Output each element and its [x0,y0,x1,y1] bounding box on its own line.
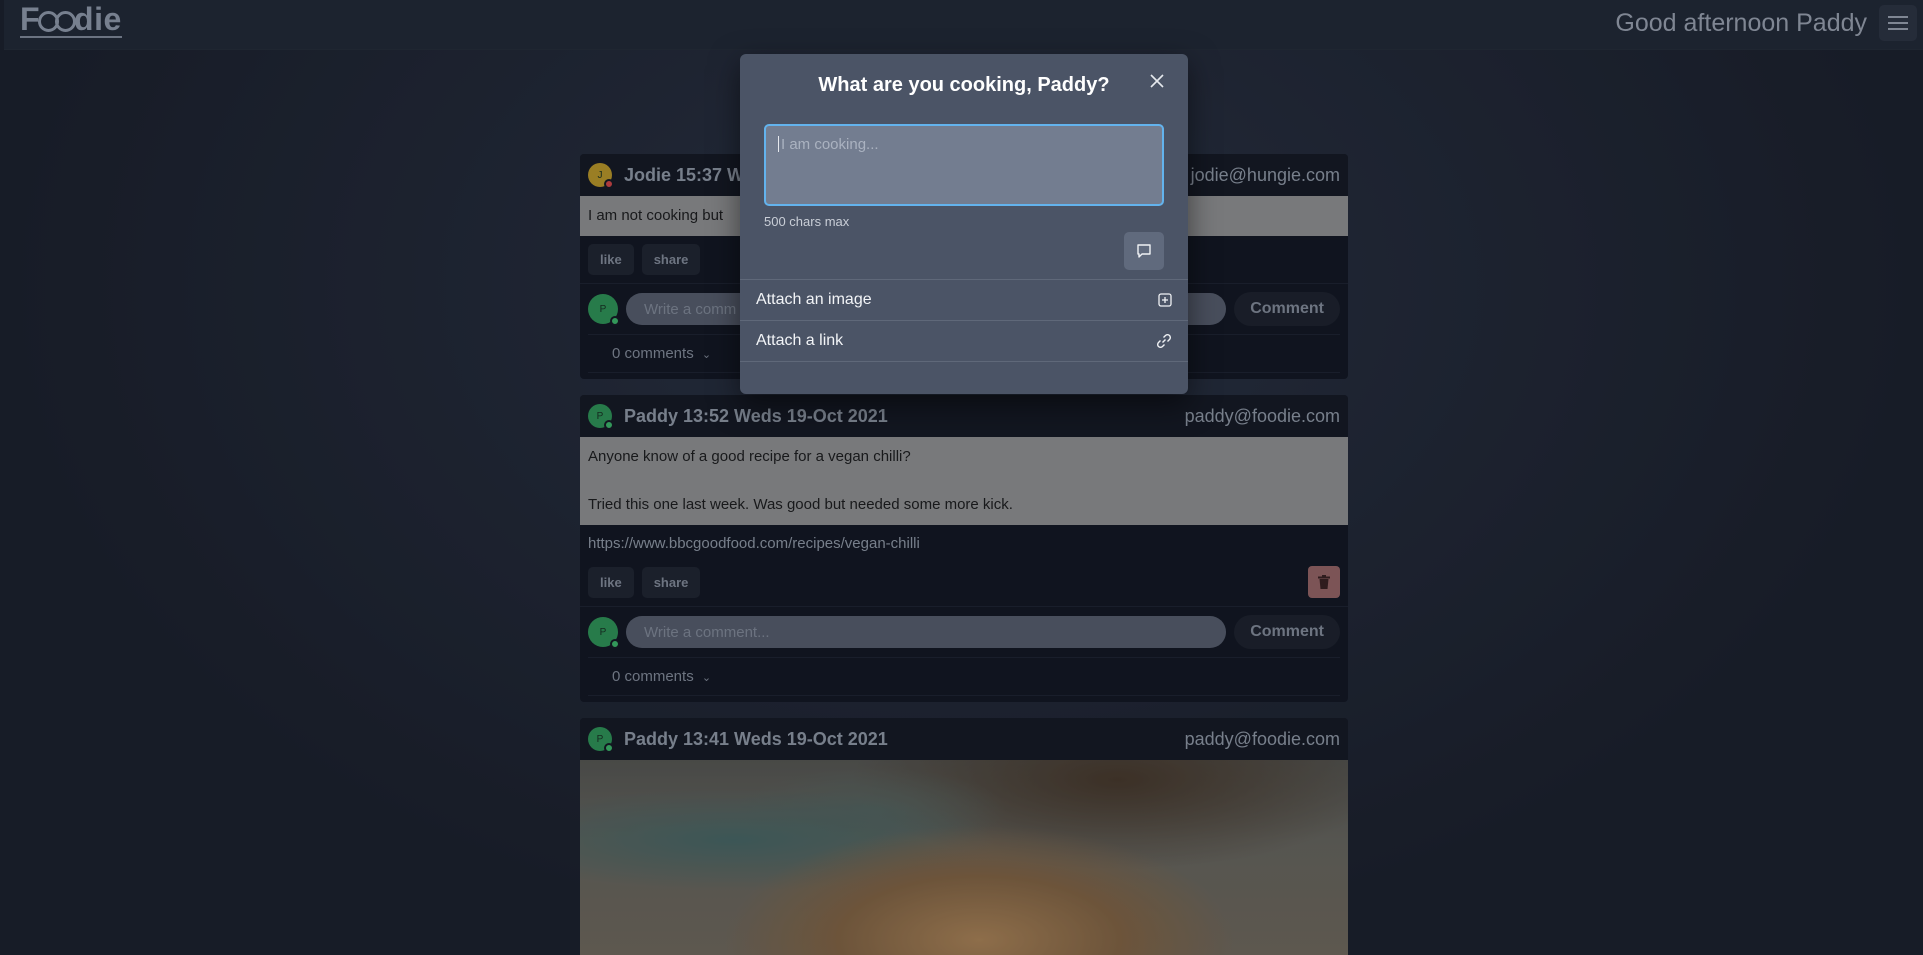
attach-link-row[interactable]: Attach a link [740,320,1188,361]
post-textarea[interactable]: I am cooking... [764,124,1164,206]
text-caret [778,136,779,152]
attach-link-label: Attach a link [756,332,844,349]
modal-divider [740,361,1188,362]
textarea-placeholder: I am cooking... [781,136,879,153]
link-icon [1156,333,1172,349]
add-image-icon [1158,293,1172,307]
close-icon [1150,74,1164,88]
new-post-modal: What are you cooking, Paddy? I am cookin… [740,54,1188,394]
attach-image-label: Attach an image [756,291,872,308]
close-modal-button[interactable] [1146,70,1168,92]
attach-image-row[interactable]: Attach an image [740,279,1188,320]
modal-title: What are you cooking, Paddy? [818,74,1110,96]
comment-bubble-icon [1137,244,1151,258]
chars-max-hint: 500 chars max [764,214,850,229]
submit-post-button[interactable] [1124,232,1164,270]
